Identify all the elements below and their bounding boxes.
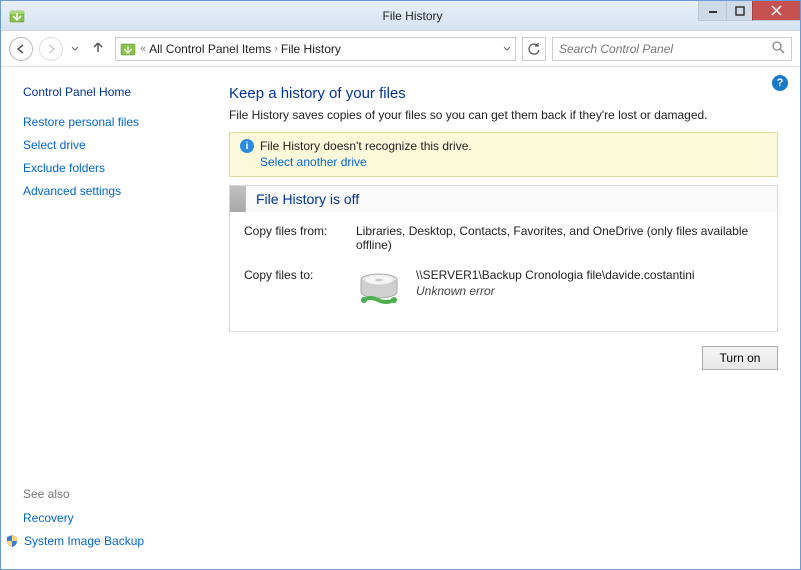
copy-from-label: Copy files from: bbox=[244, 224, 344, 252]
title-bar: File History bbox=[1, 1, 800, 31]
copy-from-row: Copy files from: Libraries, Desktop, Con… bbox=[244, 224, 763, 252]
maximize-button[interactable] bbox=[726, 1, 752, 21]
destination-error: Unknown error bbox=[416, 284, 695, 298]
info-icon: i bbox=[240, 139, 254, 153]
forward-button[interactable] bbox=[39, 37, 63, 61]
back-button[interactable] bbox=[9, 37, 33, 61]
turn-on-button[interactable]: Turn on bbox=[702, 346, 778, 370]
chevron-right-icon[interactable]: › bbox=[274, 43, 278, 55]
see-also-header: See also bbox=[23, 487, 205, 501]
sidebar-link-exclude[interactable]: Exclude folders bbox=[23, 161, 205, 175]
chevron-down-icon bbox=[503, 46, 511, 52]
search-icon[interactable] bbox=[772, 41, 785, 57]
button-row: Turn on bbox=[229, 346, 778, 370]
notice-message: File History doesn't recognize this driv… bbox=[260, 139, 472, 153]
close-icon bbox=[771, 5, 782, 16]
address-bar[interactable]: « All Control Panel Items › File History bbox=[115, 37, 516, 61]
address-dropdown[interactable] bbox=[503, 44, 511, 54]
window-controls bbox=[698, 1, 800, 22]
status-title: File History is off bbox=[246, 187, 369, 211]
minimize-button[interactable] bbox=[698, 1, 726, 21]
destination-path: \\SERVER1\Backup Cronologia file\davide.… bbox=[416, 268, 695, 282]
breadcrumb-prefix-icon: « bbox=[140, 43, 146, 55]
control-panel-icon bbox=[120, 41, 136, 57]
control-panel-home-link[interactable]: Control Panel Home bbox=[23, 85, 205, 99]
copy-to-label: Copy files to: bbox=[244, 268, 344, 315]
refresh-icon bbox=[527, 42, 541, 56]
maximize-icon bbox=[735, 6, 745, 16]
breadcrumb: « All Control Panel Items › File History bbox=[140, 42, 499, 56]
status-tab-accent bbox=[230, 186, 246, 212]
navigation-bar: « All Control Panel Items › File History bbox=[1, 31, 800, 67]
copy-to-value: \\SERVER1\Backup Cronologia file\davide.… bbox=[356, 268, 695, 315]
up-button[interactable] bbox=[87, 38, 109, 59]
page-title: Keep a history of your files bbox=[229, 85, 778, 102]
status-body: Copy files from: Libraries, Desktop, Con… bbox=[230, 212, 777, 331]
sidebar-link-restore[interactable]: Restore personal files bbox=[23, 115, 205, 129]
close-button[interactable] bbox=[752, 1, 800, 21]
up-arrow-icon bbox=[91, 40, 105, 54]
drive-icon bbox=[356, 270, 402, 312]
chevron-down-icon bbox=[71, 46, 79, 52]
sidebar-item-label: System Image Backup bbox=[24, 534, 144, 548]
select-another-drive-link[interactable]: Select another drive bbox=[260, 155, 767, 169]
copy-to-row: Copy files to: bbox=[244, 268, 763, 315]
breadcrumb-item[interactable]: File History bbox=[281, 42, 341, 56]
status-box: File History is off Copy files from: Lib… bbox=[229, 185, 778, 332]
search-input[interactable] bbox=[559, 42, 759, 56]
search-box[interactable] bbox=[552, 37, 792, 61]
sidebar-link-advanced[interactable]: Advanced settings bbox=[23, 184, 205, 198]
window-title: File History bbox=[25, 9, 800, 23]
warning-notice: i File History doesn't recognize this dr… bbox=[229, 132, 778, 177]
status-header: File History is off bbox=[230, 186, 777, 212]
copy-from-value: Libraries, Desktop, Contacts, Favorites,… bbox=[356, 224, 763, 252]
minimize-icon bbox=[708, 6, 718, 16]
app-icon bbox=[9, 8, 25, 24]
main-panel: Keep a history of your files File Histor… bbox=[217, 67, 800, 569]
sidebar-link-system-image-backup[interactable]: System Image Backup bbox=[5, 534, 205, 548]
page-description: File History saves copies of your files … bbox=[229, 108, 778, 122]
sidebar: Control Panel Home Restore personal file… bbox=[1, 67, 217, 569]
forward-arrow-icon bbox=[45, 43, 57, 55]
content-area: ? Control Panel Home Restore personal fi… bbox=[1, 67, 800, 569]
refresh-button[interactable] bbox=[522, 37, 546, 61]
back-arrow-icon bbox=[15, 43, 27, 55]
sidebar-link-recovery[interactable]: Recovery bbox=[23, 511, 205, 525]
shield-icon bbox=[5, 534, 19, 548]
help-button[interactable]: ? bbox=[772, 75, 788, 91]
sidebar-link-select-drive[interactable]: Select drive bbox=[23, 138, 205, 152]
breadcrumb-item[interactable]: All Control Panel Items bbox=[149, 42, 271, 56]
history-dropdown[interactable] bbox=[69, 42, 81, 56]
